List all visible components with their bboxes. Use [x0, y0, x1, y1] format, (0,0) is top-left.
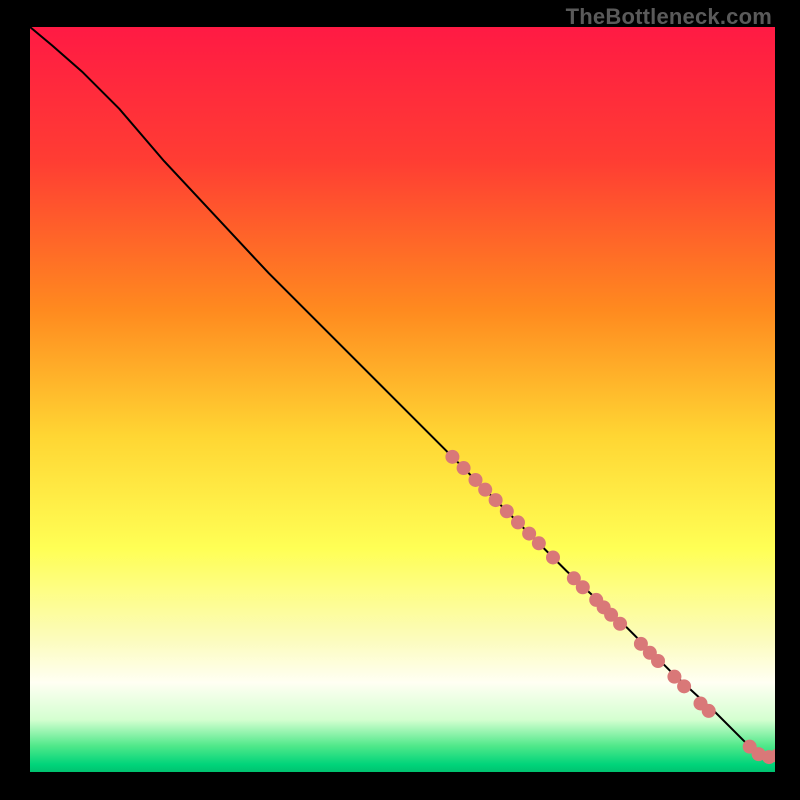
- chart-svg: [30, 27, 775, 772]
- data-marker: [651, 654, 665, 668]
- plot-area: [30, 27, 775, 772]
- data-marker: [613, 617, 627, 631]
- data-marker: [500, 504, 514, 518]
- data-marker: [445, 450, 459, 464]
- data-marker: [457, 461, 471, 475]
- data-marker: [677, 679, 691, 693]
- data-marker: [478, 483, 492, 497]
- watermark-text: TheBottleneck.com: [566, 4, 772, 30]
- data-marker: [576, 580, 590, 594]
- data-marker: [489, 493, 503, 507]
- data-marker: [702, 704, 716, 718]
- data-marker: [532, 536, 546, 550]
- data-marker: [511, 515, 525, 529]
- data-marker: [546, 550, 560, 564]
- chart-frame: TheBottleneck.com: [0, 0, 800, 800]
